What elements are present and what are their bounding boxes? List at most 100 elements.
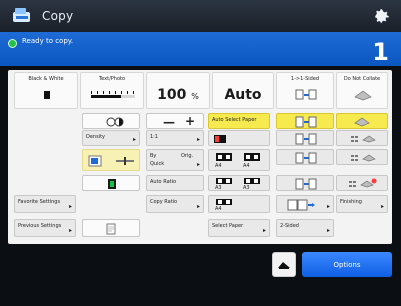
chevron-right-icon: ▸ [196,136,200,143]
tray-icon [244,153,260,161]
color-mode-summary[interactable]: Black & White [14,72,78,109]
paper-source-grid-3[interactable]: A4 [208,195,270,213]
duplex-label: 1->1-Sided [290,76,320,82]
collate-option-3[interactable] [336,149,388,165]
ratio-1-1-button[interactable]: 1:1 ▸ [146,130,204,146]
copy-ratio-value: 100 [157,87,187,103]
collate-label: Do Not Collate [343,76,381,82]
quick-label: Quick [150,161,165,167]
minus-icon[interactable]: — [163,115,175,129]
shortcut-icon [278,261,290,269]
by-label: By [150,153,157,159]
small-original-button[interactable] [82,175,140,191]
auto-ratio-label: Auto Ratio [150,179,177,185]
tray-a3-label-2: A3 [243,185,250,191]
chevron-right-icon: ▸ [380,203,384,210]
auto-ratio-button[interactable]: Auto Ratio [146,175,204,191]
options-label: Options [333,260,361,269]
options-button[interactable]: Options [302,252,392,277]
ratio-1-1-label: 1:1 [150,134,159,140]
slider-icon [116,157,134,165]
duplex-summary[interactable]: 1->1-Sided [276,72,334,109]
paper-source-grid[interactable]: A4 A4 [208,149,270,171]
auto-select-paper-button[interactable]: Auto Select Paper [208,113,270,129]
document-icon [88,155,102,167]
collate-summary[interactable]: Do Not Collate [336,72,388,109]
duplex-icon [295,89,317,100]
density-label: Density [86,134,106,140]
copy-ratio-label: Copy Ratio [150,199,178,205]
copy-ratio-button[interactable]: Copy Ratio ▸ [146,195,204,213]
ratio-adjust-buttons[interactable]: — + [146,113,204,129]
chevron-right-icon: ▸ [196,203,200,210]
black-white-icon [44,91,50,99]
tray-icon [216,199,232,205]
finishing-label: Finishing [340,199,362,205]
original-type-slider-icon [91,91,135,98]
copy-screen: Copy Ready to copy. 1 Black & White Text… [0,0,401,306]
ready-status-icon [8,39,17,48]
paper-tray-1-button[interactable] [208,130,270,146]
duplex-option-2[interactable] [276,130,334,146]
duplex-option-5[interactable]: ▸ [276,195,334,213]
favorite-settings-button[interactable]: Favorite Settings ▸ [14,195,76,213]
stack-icon [351,135,376,143]
document-preview-button[interactable] [82,219,140,237]
duplex-icon [295,178,317,190]
select-paper-label: Select Paper [212,223,244,229]
original-orientation-button[interactable] [82,149,140,171]
duplex-icon [295,133,317,145]
paper-select-value: Auto [224,87,262,103]
tray-a3-label-1: A3 [215,185,222,191]
chevron-right-icon: ▸ [262,227,266,234]
density-lighter-darker[interactable] [82,113,140,129]
tray-icon [216,153,232,161]
plus-icon[interactable]: + [185,114,195,128]
auto-select-paper-label: Auto Select Paper [212,117,257,123]
duplex-1-1-button[interactable] [276,113,334,129]
paper-tray-icon [214,135,226,143]
finishing-button[interactable]: Finishing ▸ [336,195,388,213]
app-title: Copy [42,9,74,23]
original-type-summary[interactable]: Text/Photo [80,72,144,109]
copy-ratio-summary[interactable]: 100 % [146,72,210,109]
tray-a4-label-1: A4 [215,163,222,169]
small-original-icon [108,179,116,189]
density-button[interactable]: Density ▸ [82,130,140,146]
status-bar: Ready to copy. 1 [0,32,401,66]
tray-a4-label-3: A4 [215,206,222,212]
status-message: Ready to copy. [22,37,74,45]
duplex-icon [287,199,315,211]
tray-icon [216,178,232,184]
color-mode-label: Black & White [28,76,64,82]
collate-option-4[interactable] [336,175,388,191]
collate-icon [354,90,372,101]
two-sided-label: 2-Sided [280,223,299,229]
previous-settings-button[interactable]: Previous Settings ▸ [14,219,76,237]
chevron-right-icon: ▸ [132,136,136,143]
stack-icon [351,154,376,162]
orig-label: Orig. [181,153,194,159]
settings-shortcut-button[interactable] [272,252,296,277]
density-contrast-icon [106,117,124,127]
copy-ratio-unit: % [191,92,199,101]
copy-count[interactable]: 1 [372,38,389,66]
chevron-right-icon: ▸ [68,203,72,210]
duplex-option-4[interactable] [276,175,334,191]
previous-settings-label: Previous Settings [18,223,62,229]
two-sided-button[interactable]: 2-Sided ▸ [276,219,334,237]
paper-source-grid-2[interactable]: A3 A3 [208,175,270,191]
page-icon [106,223,116,235]
ratio-by-orig-button[interactable]: By Quick Orig. ▸ [146,149,204,171]
collate-icon [354,117,370,127]
staple-icon [349,178,377,188]
duplex-option-3[interactable] [276,149,334,165]
app-header: Copy [0,0,401,32]
paper-select-summary[interactable]: Auto [212,72,274,109]
chevron-right-icon: ▸ [196,161,200,168]
chevron-right-icon: ▸ [68,227,72,234]
collate-option-1[interactable] [336,113,388,129]
settings-gear-icon[interactable] [373,7,391,25]
select-paper-button[interactable]: Select Paper ▸ [208,219,270,237]
collate-option-2[interactable] [336,130,388,146]
